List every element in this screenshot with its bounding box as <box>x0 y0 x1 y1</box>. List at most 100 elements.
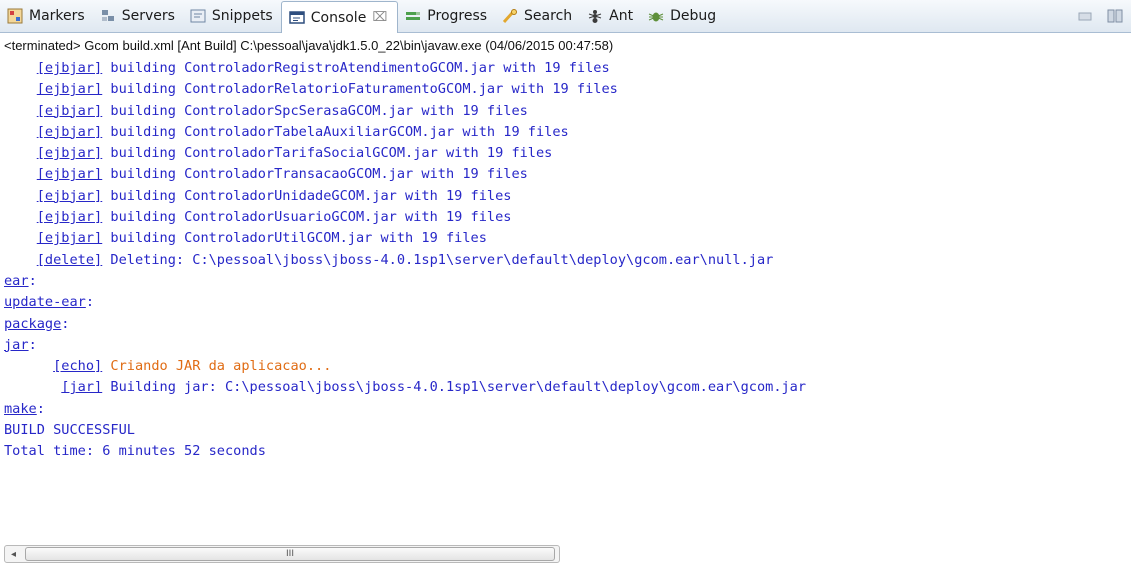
ant-task-link[interactable]: [jar] <box>61 379 102 395</box>
console-description: <terminated> Gcom build.xml [Ant Build] … <box>4 38 614 53</box>
console-text: building ControladorTransacaoGCOM.jar wi… <box>102 166 528 183</box>
console-line: Total time: 6 minutes 52 seconds <box>0 441 1131 462</box>
console-line: [ejbjar] building ControladorTabelaAuxil… <box>0 122 1131 143</box>
console-line: [ejbjar] building ControladorUnidadeGCOM… <box>0 186 1131 207</box>
console-text: : <box>28 272 37 289</box>
ant-target-link[interactable]: update-ear <box>4 294 86 310</box>
tab-markers[interactable]: Markers <box>0 1 93 32</box>
console-indent <box>4 81 37 97</box>
console-text: Building jar: C:\pessoal\jboss\jboss-4.0… <box>102 379 807 396</box>
console-text: building ControladorTabelaAuxiliarGCOM.j… <box>102 123 569 140</box>
search-icon <box>501 7 519 25</box>
ant-target-link[interactable]: ear <box>4 273 29 289</box>
ant-task-link[interactable]: [ejbjar] <box>37 166 102 182</box>
console-line: BUILD SUCCESSFUL <box>0 420 1131 441</box>
console-indent <box>4 166 37 182</box>
ant-task-link[interactable]: [ejbjar] <box>37 103 102 119</box>
console-line: [ejbjar] building ControladorSpcSerasaGC… <box>0 101 1131 122</box>
console-line: make: <box>0 399 1131 420</box>
tab-label: Snippets <box>211 8 273 24</box>
ant-task-link[interactable]: [ejbjar] <box>37 209 102 225</box>
console-view: Markers Servers Snippets Console ⌧ Progr… <box>0 0 1131 574</box>
tab-label: Ant <box>609 8 634 24</box>
view-tab-bar: Markers Servers Snippets Console ⌧ Progr… <box>0 0 1131 33</box>
console-text: building ControladorRelatorioFaturamento… <box>102 81 618 98</box>
console-text: building ControladorUtilGCOM.jar with 19… <box>102 230 487 247</box>
console-indent <box>4 358 53 374</box>
tab-label: Servers <box>121 8 175 24</box>
ant-task-link[interactable]: [echo] <box>53 358 102 374</box>
console-text: : <box>61 315 70 332</box>
scroll-left-arrow[interactable]: ◂ <box>11 549 16 560</box>
console-line: [echo] Criando JAR da aplicacao... <box>0 356 1131 377</box>
console-indent <box>4 188 37 204</box>
tab-servers[interactable]: Servers <box>93 1 183 32</box>
ant-task-link[interactable]: [ejbjar] <box>37 145 102 161</box>
console-indent <box>4 209 37 225</box>
console-indent <box>4 145 37 161</box>
ant-task-link[interactable]: [ejbjar] <box>37 124 102 140</box>
console-line: [delete] Deleting: C:\pessoal\jboss\jbos… <box>0 250 1131 271</box>
console-text: Total time: 6 minutes 52 seconds <box>4 443 266 460</box>
tab-snippets[interactable]: Snippets <box>183 1 281 32</box>
ant-icon <box>586 7 604 25</box>
close-icon[interactable]: ⌧ <box>372 10 387 25</box>
ant-task-link[interactable]: [ejbjar] <box>37 81 102 97</box>
servers-icon <box>99 7 117 25</box>
console-text: Criando JAR da aplicacao... <box>102 358 332 375</box>
console-indent <box>4 103 37 119</box>
ant-target-link[interactable]: package <box>4 316 61 332</box>
tab-console[interactable]: Console ⌧ <box>280 1 399 33</box>
console-indent <box>4 252 37 268</box>
tab-search[interactable]: Search <box>495 1 580 32</box>
ant-task-link[interactable]: [ejbjar] <box>37 60 102 76</box>
console-line: [ejbjar] building ControladorTarifaSocia… <box>0 143 1131 164</box>
console-text: building ControladorUsuarioGCOM.jar with… <box>102 209 512 226</box>
console-text: : <box>36 400 45 417</box>
console-line: [ejbjar] building ControladorRelatorioFa… <box>0 79 1131 100</box>
ant-target-link[interactable]: jar <box>4 337 29 353</box>
console-line: [ejbjar] building ControladorUsuarioGCOM… <box>0 207 1131 228</box>
console-text: BUILD SUCCESSFUL <box>4 422 135 439</box>
console-indent <box>4 60 37 76</box>
console-line: update-ear: <box>0 292 1131 313</box>
maximize-icon[interactable] <box>1105 6 1125 26</box>
horizontal-scrollbar[interactable]: ◂ III <box>4 545 560 563</box>
console-text: : <box>85 294 95 311</box>
tab-label: Progress <box>427 8 488 24</box>
console-indent <box>4 379 61 395</box>
ant-task-link[interactable]: [delete] <box>37 252 102 268</box>
ant-task-link[interactable]: [ejbjar] <box>37 230 102 246</box>
tab-debug[interactable]: Debug <box>641 1 724 32</box>
scrollbar-thumb[interactable]: III <box>25 547 555 561</box>
console-indent <box>4 124 37 140</box>
console-text: building ControladorSpcSerasaGCOM.jar wi… <box>102 102 528 119</box>
ant-target-link[interactable]: make <box>4 401 37 417</box>
console-line: package: <box>0 314 1131 335</box>
tab-label: Search <box>524 8 573 24</box>
console-line: jar: <box>0 335 1131 356</box>
tab-label: Markers <box>29 8 85 24</box>
console-text: building ControladorUnidadeGCOM.jar with… <box>102 187 512 204</box>
minimize-icon[interactable] <box>1075 6 1095 26</box>
console-output[interactable]: [ejbjar] building ControladorRegistroAte… <box>0 58 1131 538</box>
ant-task-link[interactable]: [ejbjar] <box>37 188 102 204</box>
markers-icon <box>6 7 24 25</box>
console-line: [ejbjar] building ControladorUtilGCOM.ja… <box>0 228 1131 249</box>
console-line: [jar] Building jar: C:\pessoal\jboss\jbo… <box>0 377 1131 398</box>
tab-label: Console <box>310 9 367 26</box>
console-line: [ejbjar] building ControladorTransacaoGC… <box>0 164 1131 185</box>
debug-icon <box>647 7 665 25</box>
tab-progress[interactable]: Progress <box>398 1 495 32</box>
scrollbar-grip: III <box>286 549 294 559</box>
progress-icon <box>404 7 422 25</box>
console-line: [ejbjar] building ControladorRegistroAte… <box>0 58 1131 79</box>
console-icon <box>288 9 306 27</box>
tab-ant[interactable]: Ant <box>580 1 641 32</box>
console-text: building ControladorRegistroAtendimentoG… <box>102 60 610 76</box>
console-text: Deleting: C:\pessoal\jboss\jboss-4.0.1sp… <box>102 251 774 268</box>
console-text: : <box>28 336 37 353</box>
console-text: building ControladorTarifaSocialGCOM.jar… <box>102 145 553 162</box>
console-line: ear: <box>0 271 1131 292</box>
snippets-icon <box>189 7 207 25</box>
